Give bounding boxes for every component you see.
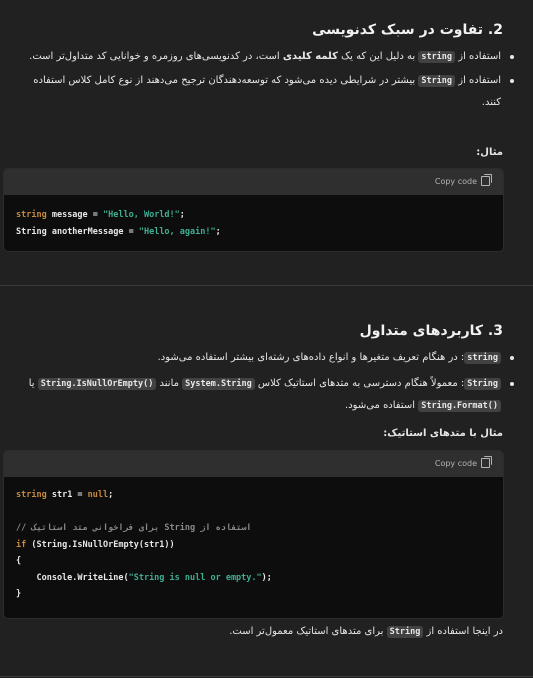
copy-code-label: Copy code (434, 458, 477, 468)
text: به دلیل این که یک (341, 51, 416, 62)
code-block-header: Copy code (4, 451, 503, 477)
inline-code: String (418, 75, 456, 87)
inline-code: String.IsNullOrEmpty() (37, 378, 157, 390)
code-content: string message = "Hello, World!"; String… (4, 195, 503, 240)
code-token: str1 = (46, 490, 88, 500)
list-item: استفاده از String بیشتر در شرایطی دیده م… (26, 70, 519, 114)
copy-icon (481, 456, 492, 468)
section-2-bullets: استفاده از string به دلیل این که یک کلمه… (26, 46, 519, 114)
text: استفاده از (458, 51, 501, 62)
text: در اینجا استفاده از (426, 626, 503, 637)
code-content: string str1 = null; // برای فراخوانی متد… (4, 477, 503, 603)
text: استفاده از (458, 75, 501, 86)
inline-code: string (464, 352, 501, 364)
copy-icon (481, 174, 492, 186)
text: برای متدهای استاتیک معمول‌تر است. (229, 626, 384, 637)
copy-code-label: Copy code (434, 176, 477, 186)
closing-paragraph: در اینجا استفاده از String برای متدهای ا… (229, 626, 503, 638)
section-3-bullets: string: در هنگام تعریف متغیرها و انواع د… (26, 347, 519, 417)
code-token: ; (179, 210, 185, 220)
code-block-header: Copy code (4, 169, 503, 195)
example-label: مثال: (476, 147, 503, 158)
inline-code: System.String (182, 378, 255, 390)
bold-text: کلمه کلیدی (282, 51, 338, 62)
copy-code-button[interactable]: Copy code (434, 456, 492, 468)
code-token: Console.WriteLine( (16, 572, 129, 583)
text: : در هنگام تعریف متغیرها و انواع داده‌ها… (157, 352, 465, 363)
section-2-title: 2. تفاوت در سبک کدنویسی (312, 22, 503, 38)
divider (0, 676, 533, 677)
code-token: anotherMessage = (46, 226, 139, 237)
code-token: if (16, 539, 27, 550)
code-token: null (87, 490, 109, 500)
text: : معمولاً هنگام دسترسی به متدهای استاتیک… (257, 378, 465, 389)
code-token: string (16, 490, 47, 500)
example-label: مثال با متدهای استاتیک: (383, 428, 503, 439)
text: استفاده می‌شود. (345, 400, 416, 411)
code-token: ; (215, 226, 221, 237)
inline-code: String.Format() (418, 400, 501, 412)
inline-code: String (386, 626, 424, 638)
code-token: "Hello, World!" (103, 210, 180, 220)
text: است، در کدنویسی‌های روزمره و خوانایی کد … (29, 51, 280, 62)
code-token: { (16, 556, 22, 566)
section-3-title: 3. کاربردهای متداول (359, 323, 503, 339)
list-item: استفاده از string به دلیل این که یک کلمه… (26, 46, 519, 68)
code-token: (String.IsNullOrEmpty(str1)) (26, 539, 175, 550)
code-token: ; (108, 490, 114, 500)
list-item: String: معمولاً هنگام دسترسی به متدهای ا… (26, 373, 519, 417)
code-token: } (16, 589, 22, 599)
code-token: String (16, 226, 47, 237)
list-item: string: در هنگام تعریف متغیرها و انواع د… (26, 347, 519, 369)
text: مانند (159, 378, 179, 389)
code-block: Copy code string message = "Hello, World… (3, 168, 504, 252)
code-token: ); (261, 572, 272, 583)
code-token: "Hello, again!" (138, 226, 216, 237)
inline-code: string (418, 51, 456, 63)
copy-code-button[interactable]: Copy code (434, 174, 492, 186)
code-comment: // برای فراخوانی متد استاتیک String استف… (16, 523, 252, 533)
divider (0, 285, 533, 286)
code-token: "String is null or empty." (128, 572, 262, 583)
code-token: message = (46, 210, 104, 220)
inline-code: String (464, 378, 501, 390)
text: یا (28, 378, 35, 389)
code-block: Copy code string str1 = null; // برای فر… (3, 450, 504, 619)
code-token: string (16, 210, 47, 220)
